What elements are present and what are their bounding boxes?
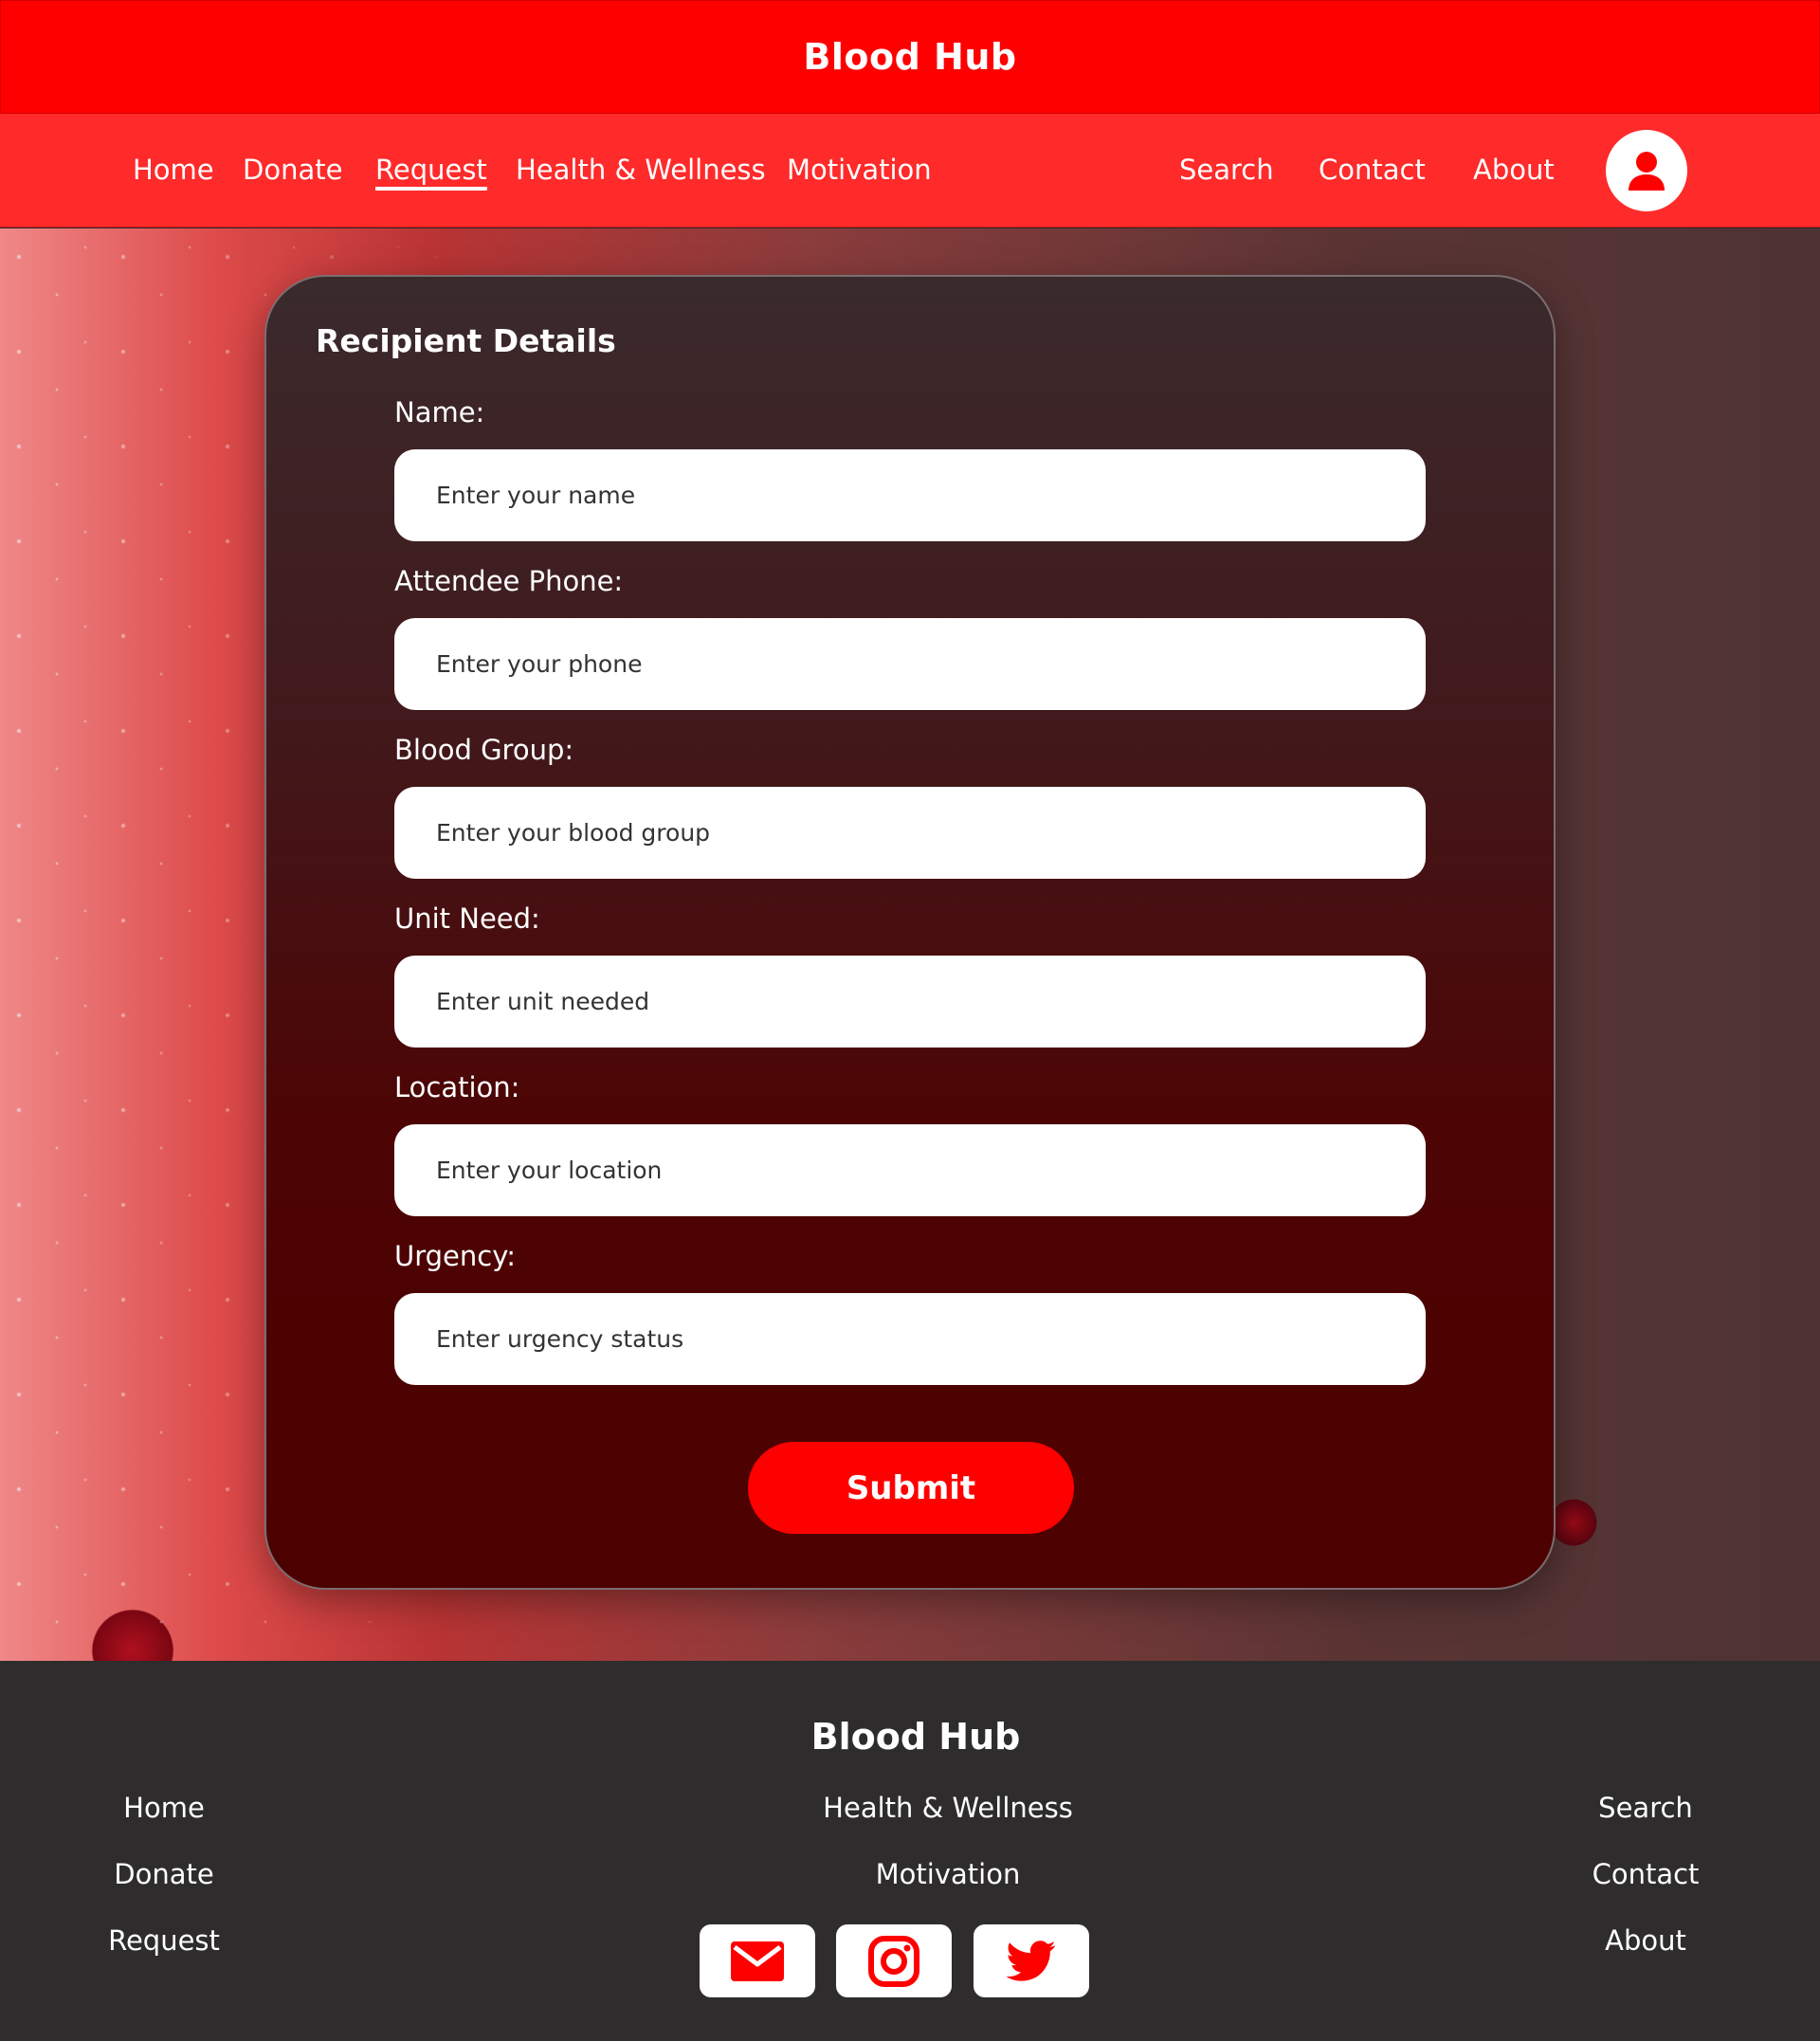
urgency-input[interactable]: [394, 1293, 1426, 1385]
blood-group-label: Blood Group:: [394, 734, 574, 766]
footer-link-contact[interactable]: Contact: [1456, 1858, 1820, 1890]
nav-about[interactable]: About: [1473, 154, 1555, 186]
twitter-link-button[interactable]: [974, 1924, 1089, 1997]
footer-link-home[interactable]: Home: [0, 1792, 354, 1824]
location-label: Location:: [394, 1071, 520, 1103]
nav-donate[interactable]: Donate: [243, 154, 342, 186]
urgency-label: Urgency:: [394, 1240, 517, 1272]
name-input[interactable]: [394, 449, 1426, 541]
top-brand-bar: Blood Hub: [0, 0, 1820, 114]
nav-request[interactable]: Request: [375, 154, 487, 186]
footer-link-request[interactable]: Request: [0, 1924, 354, 1957]
mail-icon: [731, 1941, 784, 1981]
user-icon: [1629, 152, 1665, 191]
form-title: Recipient Details: [316, 322, 616, 359]
twitter-icon: [1006, 1940, 1056, 1981]
unit-need-label: Unit Need:: [394, 902, 540, 935]
location-input[interactable]: [394, 1124, 1426, 1216]
nav-home[interactable]: Home: [133, 154, 214, 186]
unit-need-input[interactable]: [394, 956, 1426, 1048]
site-brand: Blood Hub: [803, 36, 1017, 78]
nav-health-wellness[interactable]: Health & Wellness: [516, 154, 766, 186]
nav-search[interactable]: Search: [1179, 154, 1274, 186]
attendee-phone-input[interactable]: [394, 618, 1426, 710]
instagram-link-button[interactable]: [836, 1924, 952, 1997]
footer-link-about[interactable]: About: [1456, 1924, 1820, 1957]
mail-link-button[interactable]: [700, 1924, 815, 1997]
blood-group-input[interactable]: [394, 787, 1426, 879]
attendee-phone-label: Attendee Phone:: [394, 565, 624, 597]
nav-motivation[interactable]: Motivation: [787, 154, 932, 186]
instagram-icon: [868, 1935, 919, 1987]
footer-link-health-wellness[interactable]: Health & Wellness: [758, 1792, 1138, 1824]
footer-link-motivation[interactable]: Motivation: [758, 1858, 1138, 1890]
profile-avatar-button[interactable]: [1606, 130, 1687, 211]
name-label: Name:: [394, 396, 485, 428]
footer-link-donate[interactable]: Donate: [0, 1858, 354, 1890]
footer-link-search[interactable]: Search: [1456, 1792, 1820, 1824]
footer-brand: Blood Hub: [810, 1716, 1021, 1758]
submit-button[interactable]: Submit: [748, 1442, 1074, 1534]
nav-contact[interactable]: Contact: [1319, 154, 1426, 186]
